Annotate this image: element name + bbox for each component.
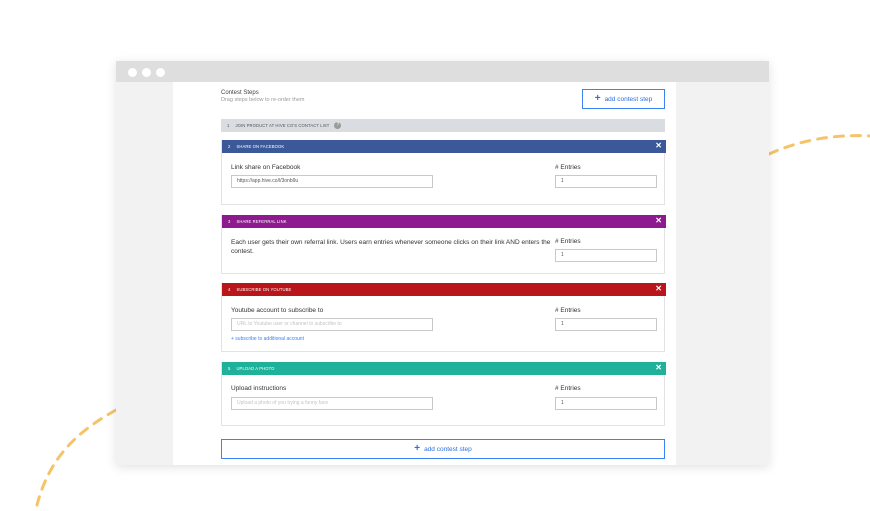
step-title: SHARE ON FACEBOOK [236, 144, 285, 149]
add-contest-step-label: add contest step [424, 445, 472, 453]
close-icon[interactable]: ✕ [655, 364, 662, 372]
entries-input[interactable]: 1 [555, 318, 657, 331]
contest-steps-panel: Contest Steps Drag steps below to re-ord… [173, 82, 676, 465]
field-label: Youtube account to subscribe to [231, 307, 324, 314]
entries-label: # Entries [555, 238, 581, 245]
step-title: UPLOAD A PHOTO [236, 366, 275, 371]
step-4-header[interactable]: 4 SUBSCRIBE ON YOUTUBE ✕ [222, 283, 666, 296]
section-subtitle: Drag steps below to re-order them [221, 97, 305, 103]
help-icon[interactable]: ? [334, 122, 342, 129]
step-number: 1 [227, 123, 230, 128]
add-contest-step-label: add contest step [604, 95, 653, 103]
step-3-card: 3 SHARE REFERRAL LINK ✕ Each user gets t… [221, 215, 666, 274]
step-5-header[interactable]: 5 UPLOAD A PHOTO ✕ [222, 362, 666, 375]
field-label: Upload instructions [231, 385, 287, 392]
step-5-card: 5 UPLOAD A PHOTO ✕ Upload instructions U… [221, 362, 666, 426]
entries-label: # Entries [555, 307, 581, 314]
step-number: 3 [228, 219, 231, 224]
window-dot-2 [142, 68, 151, 77]
step-number: 5 [228, 366, 231, 371]
step-title: JOIN PRODUCT AT HIVE CO'S CONTACT LIST [235, 123, 330, 128]
add-contest-step-button-top[interactable]: + add contest step [582, 89, 665, 109]
step-3-header[interactable]: 3 SHARE REFERRAL LINK ✕ [222, 215, 666, 228]
close-icon[interactable]: ✕ [655, 142, 662, 150]
step-title: SHARE REFERRAL LINK [236, 219, 287, 224]
plus-icon: + [414, 443, 421, 454]
youtube-account-input[interactable]: URL to Youtube user or channel to subscr… [231, 318, 433, 331]
entries-input[interactable]: 1 [555, 249, 657, 262]
entries-label: # Entries [555, 164, 581, 171]
close-icon[interactable]: ✕ [655, 285, 662, 293]
step-title: SUBSCRIBE ON YOUTUBE [236, 287, 292, 292]
window-dot-1 [128, 68, 137, 77]
add-contest-step-button-bottom[interactable]: + add contest step [221, 439, 665, 459]
step-number: 2 [228, 144, 231, 149]
step-2-header[interactable]: 2 SHARE ON FACEBOOK ✕ [222, 140, 666, 153]
entries-input[interactable]: 1 [555, 397, 657, 410]
upload-instructions-input[interactable]: Upload a photo of you trying a funny fac… [231, 397, 433, 410]
step-2-card: 2 SHARE ON FACEBOOK ✕ Link share on Face… [221, 140, 666, 205]
section-title: Contest Steps [221, 90, 259, 96]
step-1-row[interactable]: 1 JOIN PRODUCT AT HIVE CO'S CONTACT LIST… [221, 119, 665, 132]
plus-icon: + [594, 93, 601, 104]
add-subscription-link[interactable]: + subscribe to additional account [231, 336, 304, 342]
facebook-link-input[interactable]: https://app.hive.co/l/3onb9u [231, 175, 433, 188]
entries-input[interactable]: 1 [555, 175, 657, 188]
step-4-card: 4 SUBSCRIBE ON YOUTUBE ✕ Youtube account… [221, 283, 666, 352]
step-number: 4 [228, 287, 231, 292]
step-description: Each user gets their own referral link. … [231, 239, 551, 255]
entries-label: # Entries [555, 385, 581, 392]
window-titlebar [116, 61, 769, 82]
field-label: Link share on Facebook [231, 164, 301, 171]
window-dot-3 [156, 68, 165, 77]
close-icon[interactable]: ✕ [655, 217, 662, 225]
browser-window: Contest Steps Drag steps below to re-ord… [116, 61, 769, 465]
